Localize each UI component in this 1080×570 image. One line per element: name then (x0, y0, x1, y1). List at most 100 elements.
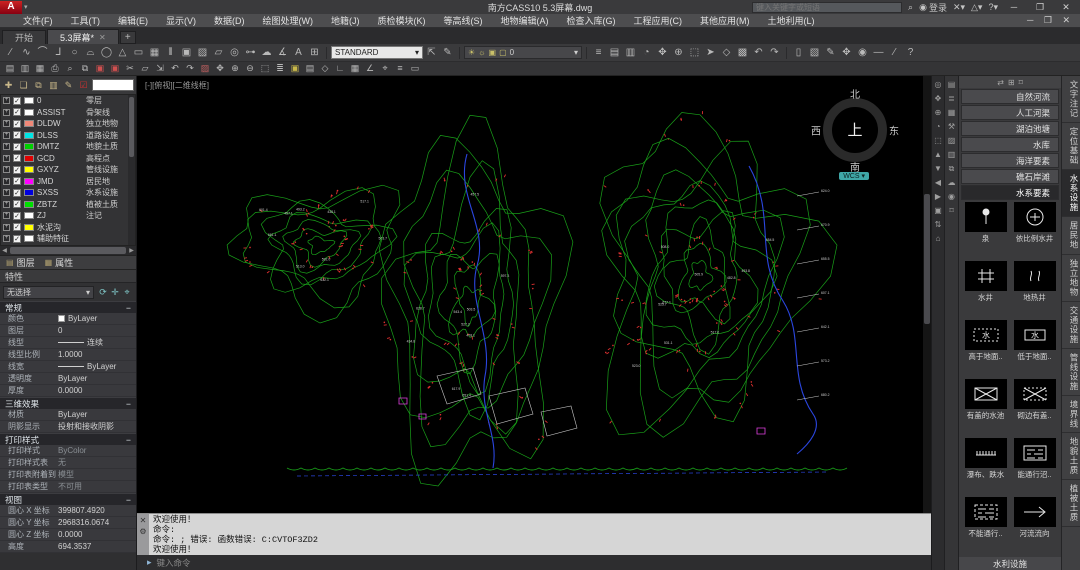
sun-icon[interactable]: ☼ (478, 48, 485, 57)
grid2-icon[interactable]: ▦ (348, 63, 362, 75)
dashed-box-x-icon[interactable] (1014, 379, 1056, 409)
tab-layers[interactable]: ▤图层 (6, 256, 35, 269)
layer-color-swatch[interactable] (24, 178, 34, 185)
layer-row[interactable]: +✓辅助特征 (1, 233, 135, 245)
extent-icon[interactable]: ⬚ (258, 63, 272, 75)
selection-dropdown[interactable]: 无选择 ▾ (3, 286, 94, 299)
layer-color-swatch[interactable] (24, 224, 34, 231)
property-value[interactable]: 无 (58, 457, 136, 468)
menu-item[interactable]: 质检模块(K) (369, 14, 435, 27)
exchange-icon[interactable]: ✕▾ (953, 2, 965, 13)
vertical-tab[interactable]: 管线设施 (1062, 349, 1080, 396)
doc-window-controls[interactable]: ─ ❐ ✕ (1027, 15, 1080, 26)
point-icon[interactable]: ◎ (227, 46, 242, 60)
orbit-icon[interactable]: ◔ (639, 46, 654, 60)
layer-checkbox[interactable]: ✓ (13, 131, 21, 139)
property-row[interactable]: 线宽ByLayer (0, 361, 136, 373)
layer-row[interactable]: +✓DLSS道路设施 (1, 130, 135, 142)
open-icon[interactable]: ▤ (607, 46, 622, 60)
nav-orbit-icon[interactable]: ◔ (933, 121, 944, 132)
zoom-window-icon[interactable]: ⬚ (687, 46, 702, 60)
expand-icon[interactable]: + (3, 235, 10, 242)
pal-grid-icon[interactable]: ⊞ (1008, 78, 1015, 87)
grid-icon[interactable]: ▦ (147, 46, 162, 60)
expand-icon[interactable]: + (3, 155, 10, 162)
expand-icon[interactable]: + (3, 189, 10, 196)
layer-checkbox[interactable]: ✓ (13, 189, 21, 197)
layer-checkbox[interactable]: ✓ (13, 235, 21, 243)
property-value[interactable]: 2968316.0674 (58, 518, 136, 527)
property-value[interactable]: 399807.4920 (58, 506, 136, 515)
canvas-scrollbar[interactable] (923, 76, 931, 513)
copy-icon[interactable]: ⧉ (78, 63, 92, 75)
side-tool-icon[interactable]: ⚒ (946, 121, 957, 132)
property-row[interactable]: 打印样式表无 (0, 457, 136, 469)
nav-box-icon[interactable]: ▣ (933, 205, 944, 216)
section-header[interactable]: 打印样式− (0, 433, 136, 445)
layer-row[interactable]: +✓ZBTZ植被土质 (1, 199, 135, 211)
text-style-select[interactable]: STANDARD ▾ (331, 46, 423, 59)
plot-icon[interactable]: ⎙ (48, 63, 62, 75)
layer-color-swatch[interactable] (24, 120, 34, 127)
menu-item[interactable]: 其他应用(M) (691, 14, 759, 27)
nav-wheel-icon[interactable]: ◎ (933, 79, 944, 90)
menu-item[interactable]: 工具(T) (62, 14, 110, 27)
property-value[interactable]: 不可用 (58, 481, 136, 492)
minimize-button[interactable]: ─ (1004, 2, 1024, 12)
layer-checkbox[interactable]: ✓ (13, 120, 21, 128)
property-row[interactable]: 图层0 (0, 325, 136, 337)
section-header[interactable]: 常规− (0, 301, 136, 313)
nav-pan-icon[interactable]: ✥ (933, 93, 944, 104)
layer-color-swatch[interactable] (24, 189, 34, 196)
map-drawing[interactable]: 493.2457.1601.4563.7517.1438.1661.1632.1… (137, 76, 931, 513)
property-value[interactable]: 0.0000 (58, 530, 136, 539)
layer-new-icon[interactable]: ✚ (2, 79, 15, 92)
pal-gear-icon[interactable]: ⌑ (1019, 78, 1023, 87)
property-value[interactable]: 0 (58, 326, 136, 335)
expand-icon[interactable]: + (3, 143, 10, 150)
layer-color-swatch[interactable] (24, 201, 34, 208)
section-header[interactable]: 视图− (0, 493, 136, 505)
nav-right-icon[interactable]: ▶ (933, 191, 944, 202)
paste-icon[interactable]: ▱ (138, 63, 152, 75)
command-history[interactable]: 欢迎使用！命令:命令: ; 错误: 函数错误: C:CVTOF3ZD2欢迎使用！ (149, 514, 931, 555)
line-icon[interactable]: ∕ (3, 46, 18, 60)
wrench-icon[interactable]: ⚙ (139, 527, 146, 536)
close-cmd-icon[interactable]: ✕ (140, 516, 147, 525)
tab-close-icon[interactable]: ✕ (99, 33, 106, 42)
layer-row[interactable]: +✓水泥沟 (1, 222, 135, 234)
circle-plus-icon[interactable] (1014, 202, 1056, 232)
pan-icon[interactable]: ✥ (655, 46, 670, 60)
undo-icon[interactable]: ↶ (751, 46, 766, 60)
box-water-icon[interactable]: 水 (1014, 320, 1056, 350)
menu-item[interactable]: 显示(V) (157, 14, 205, 27)
compass-east[interactable]: 东 (889, 123, 899, 138)
palette-category[interactable]: 礁石岸滩 (961, 169, 1059, 184)
palette-item[interactable]: 不能通行.. (962, 497, 1009, 555)
layer-checkbox[interactable]: ✓ (13, 154, 21, 162)
layer-row[interactable]: +✓ASSIST骨架线 (1, 107, 135, 119)
layer-color-swatch[interactable] (24, 132, 34, 139)
text-icon[interactable]: A (291, 46, 306, 60)
property-value[interactable]: 模型 (58, 469, 136, 480)
new-icon[interactable]: ▤ (3, 63, 17, 75)
collapse-icon[interactable]: − (126, 435, 131, 445)
expand-icon[interactable]: + (3, 212, 10, 219)
spline-icon[interactable]: ∿ (19, 46, 34, 60)
divide-icon[interactable]: ⊶ (243, 46, 258, 60)
palette-category[interactable]: 人工河渠 (961, 105, 1059, 120)
bulb-icon[interactable]: ☀ (468, 48, 475, 57)
layer-row[interactable]: +✓GXYZ管线设施 (1, 164, 135, 176)
property-value[interactable]: 连续 (58, 337, 136, 348)
menu-item[interactable]: 土地利用(L) (759, 14, 824, 27)
property-row[interactable]: 打印表类型不可用 (0, 481, 136, 493)
property-row[interactable]: 透明度ByLayer (0, 373, 136, 385)
layer-filter-input[interactable] (92, 79, 134, 91)
layer-checkbox[interactable]: ✓ (13, 200, 21, 208)
ortho-icon[interactable]: ∟ (333, 63, 347, 75)
multiline-icon[interactable]: ⫴ (163, 46, 178, 60)
redo2-icon[interactable]: ↷ (183, 63, 197, 75)
property-row[interactable]: 圆心 X 坐标399807.4920 (0, 505, 136, 517)
help-icon[interactable]: ?▾ (988, 2, 998, 13)
scroll-right-icon[interactable]: ▶ (127, 247, 136, 254)
